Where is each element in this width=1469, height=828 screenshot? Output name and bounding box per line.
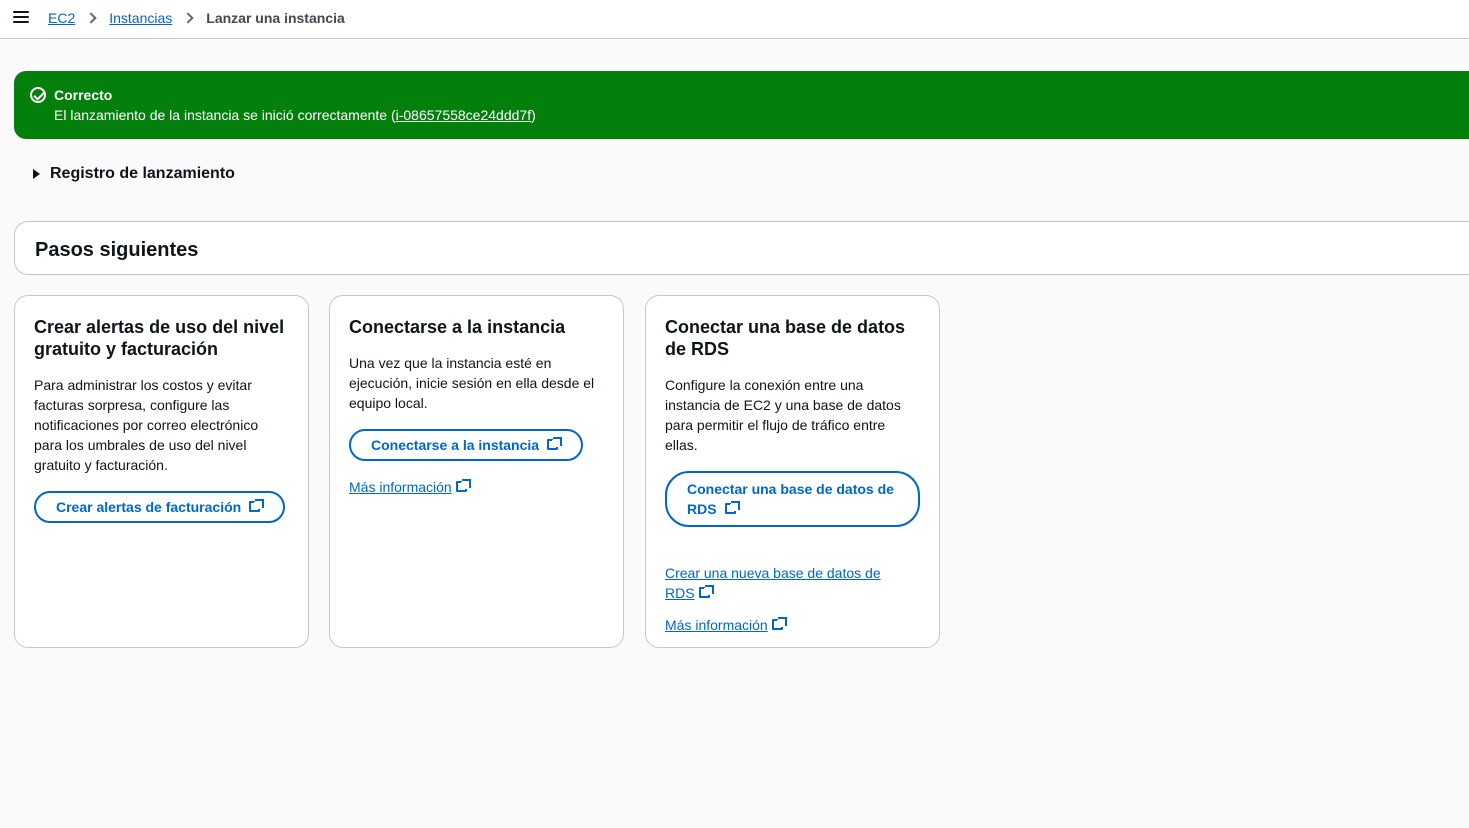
flash-message-suffix: )	[531, 107, 536, 123]
external-link-icon	[455, 479, 471, 494]
card-title: Conectar una base de datos de RDS	[665, 317, 906, 359]
chevron-right-icon	[182, 12, 194, 24]
instance-id-link[interactable]: i-08657558ce24ddd7f	[396, 107, 531, 123]
connect-rds-database-button[interactable]: Conectar una base de datos de RDS	[665, 471, 920, 527]
next-steps-title: Pasos siguientes	[35, 239, 199, 261]
learn-more-link[interactable]: Más información	[349, 477, 604, 497]
button-label: Crear alertas de facturación	[56, 499, 242, 515]
top-navigation-bar: EC2 Instancias Lanzar una instancia	[0, 0, 1469, 39]
create-rds-database-link[interactable]: Crear una nueva base de datos de RDS	[665, 563, 895, 603]
launch-log-expander[interactable]: Registro de lanzamiento	[33, 165, 235, 183]
next-steps-container: Pasos siguientes	[14, 221, 1469, 275]
card-title: Conectarse a la instancia	[349, 317, 566, 337]
hamburger-menu-icon[interactable]	[13, 11, 29, 25]
check-circle-icon	[30, 87, 46, 103]
breadcrumb-current: Lanzar una instancia	[206, 10, 345, 26]
external-link-icon	[724, 501, 740, 516]
flash-message-prefix: El lanzamiento de la instancia se inició…	[54, 107, 396, 123]
learn-more-link[interactable]: Más información	[665, 615, 920, 635]
flash-title: Correcto	[54, 87, 113, 103]
connect-instance-button[interactable]: Conectarse a la instancia	[349, 429, 584, 461]
breadcrumb-instances-link[interactable]: Instancias	[109, 10, 172, 26]
link-label: Crear una nueva base de datos de RDS	[665, 565, 881, 601]
external-link-icon	[547, 437, 563, 452]
button-label: Conectar una base de datos de RDS	[687, 481, 894, 517]
connect-instance-card: Conectarse a la instancia Una vez que la…	[329, 295, 624, 648]
connect-rds-card: Conectar una base de datos de RDS Config…	[645, 295, 940, 648]
link-label: Más información	[349, 479, 452, 495]
caret-right-icon	[33, 169, 40, 179]
flash-message: El lanzamiento de la instancia se inició…	[54, 107, 536, 123]
card-title: Crear alertas de uso del nivel gratuito …	[34, 317, 285, 359]
chevron-right-icon	[85, 12, 97, 24]
launch-log-label: Registro de lanzamiento	[50, 165, 235, 182]
success-flash-banner: Correcto El lanzamiento de la instancia …	[14, 71, 1469, 139]
external-link-icon	[249, 499, 265, 514]
external-link-icon	[771, 617, 787, 632]
button-label: Conectarse a la instancia	[371, 437, 540, 453]
card-description: Configure la conexión entre una instanci…	[665, 377, 901, 453]
billing-alerts-card: Crear alertas de uso del nivel gratuito …	[14, 295, 309, 648]
create-billing-alerts-button[interactable]: Crear alertas de facturación	[34, 491, 286, 523]
card-description: Para administrar los costos y evitar fac…	[34, 377, 259, 473]
external-link-icon	[698, 585, 714, 600]
link-label: Más información	[665, 617, 768, 633]
breadcrumb: EC2 Instancias Lanzar una instancia	[48, 10, 345, 26]
card-description: Una vez que la instancia esté en ejecuci…	[349, 355, 595, 411]
breadcrumb-ec2-link[interactable]: EC2	[48, 10, 75, 26]
